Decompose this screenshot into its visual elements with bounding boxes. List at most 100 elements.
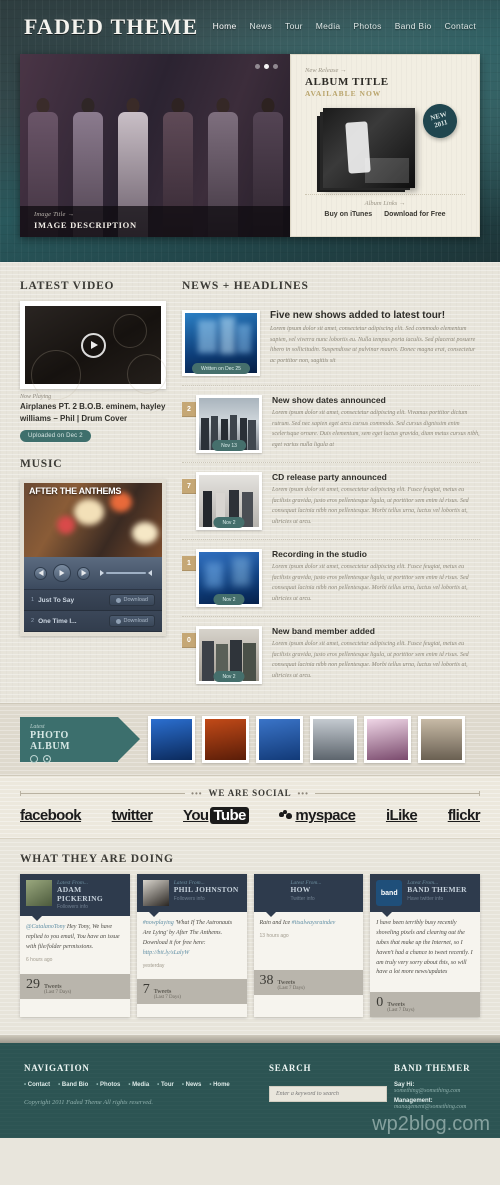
nav-item-media[interactable]: Media xyxy=(316,21,341,31)
slider-photo[interactable]: Image Title → IMAGE DESCRIPTION xyxy=(20,54,290,237)
news-thumbnail[interactable]: Written on Dec 25 xyxy=(182,310,260,376)
news-title[interactable]: New band member added xyxy=(272,626,480,636)
photo-thumb[interactable] xyxy=(256,716,303,763)
track-download-button[interactable]: Download xyxy=(108,594,155,607)
slider-dot-3[interactable] xyxy=(273,64,278,69)
news-title[interactable]: Five new shows added to latest tour! xyxy=(270,310,480,321)
twitter-mention[interactable]: #nowplaying xyxy=(143,920,174,926)
search-input[interactable] xyxy=(269,1086,387,1103)
nav-item-contact[interactable]: Contact xyxy=(445,21,476,31)
hero-slider[interactable]: Image Title → IMAGE DESCRIPTION New Rele… xyxy=(20,54,480,237)
photo-thumb[interactable] xyxy=(418,716,465,763)
footer-band-themer: BAND THEMER Say Hi: something@something.… xyxy=(394,1063,476,1114)
next-icon[interactable] xyxy=(77,566,90,580)
photo-thumb[interactable] xyxy=(364,716,411,763)
footer-link-band-bio[interactable]: Band Bio xyxy=(58,1082,88,1088)
news-thumbnail[interactable]: Nov 13 xyxy=(196,395,262,453)
news-title[interactable]: CD release party announced xyxy=(272,472,480,482)
twitter-card[interactable]: Latest From... PHIL JOHNSTON Followers i… xyxy=(136,874,247,1018)
news-title[interactable]: New show dates announced xyxy=(272,395,480,405)
footer-search-title: SEARCH xyxy=(269,1063,312,1074)
news-date-badge: Nov 2 xyxy=(213,517,245,528)
footer-link-home[interactable]: Home xyxy=(209,1082,230,1088)
footer-link-photos[interactable]: Photos xyxy=(96,1082,120,1088)
slider-dots[interactable] xyxy=(255,64,278,69)
download-free-link[interactable]: Download for Free xyxy=(384,211,445,218)
flickr-logo[interactable]: flickr xyxy=(448,807,481,824)
footer-link-tour[interactable]: Tour xyxy=(157,1082,174,1088)
music-title: MUSIC xyxy=(20,458,63,471)
photo-album-tag[interactable]: Latest PHOTO ALBUM xyxy=(20,717,140,763)
video-player[interactable] xyxy=(20,301,167,400)
track-row[interactable]: 1 Just To Say Download xyxy=(24,590,162,612)
twitter-followers: Twitter info xyxy=(290,895,315,902)
news-thumbnail[interactable]: Nov 2 xyxy=(196,549,262,607)
twitter-logo[interactable]: twitter xyxy=(112,807,153,824)
twitter-card-body: #nowplaying 'What If The Astronauts Are … xyxy=(137,912,247,979)
next-arrow-icon[interactable] xyxy=(43,755,51,763)
nav-item-home[interactable]: Home xyxy=(213,21,237,31)
news-item[interactable]: Written on Dec 25 Five new shows added t… xyxy=(182,301,480,385)
photo-album-title: PHOTO ALBUM xyxy=(30,730,71,752)
prev-icon[interactable] xyxy=(34,566,47,580)
say-hi-email[interactable]: something@something.com xyxy=(394,1088,476,1094)
footer-bt-title: BAND THEMER xyxy=(394,1063,471,1074)
nav-item-band-bio[interactable]: Band Bio xyxy=(395,21,432,31)
news-item[interactable]: 0 Nov 2 New band member added Lorem ipsu… xyxy=(182,616,480,693)
footer-link-news[interactable]: News xyxy=(182,1082,202,1088)
slider-dot-2[interactable] xyxy=(264,64,269,69)
twitter-mention[interactable]: @CatalanoTony xyxy=(26,924,65,930)
footer-link-contact[interactable]: Contact xyxy=(24,1082,50,1088)
news-title[interactable]: Recording in the studio xyxy=(272,549,480,559)
ilike-logo[interactable]: iLike xyxy=(386,807,418,824)
play-icon[interactable] xyxy=(80,332,106,358)
news-item[interactable]: 7 Nov 2 CD release party announced Lorem… xyxy=(182,462,480,539)
nav-item-tour[interactable]: Tour xyxy=(285,21,303,31)
volume-icon[interactable] xyxy=(100,570,152,577)
footer-divider xyxy=(0,1035,500,1044)
management-email[interactable]: management@something.com xyxy=(394,1104,476,1110)
latest-video-title: LATEST VIDEO xyxy=(20,280,115,292)
prev-arrow-icon[interactable] xyxy=(30,755,38,763)
twitter-link[interactable]: #itsalwaysraindev xyxy=(292,920,336,926)
news-thumbnail[interactable]: Nov 2 xyxy=(196,626,262,684)
nav-item-news[interactable]: News xyxy=(250,21,272,31)
social-dots-right: ••• xyxy=(297,788,309,798)
slider-dot-1[interactable] xyxy=(255,64,260,69)
twitter-card[interactable]: band Latest From... BAND THEMER Have twi… xyxy=(370,874,480,1018)
track-download-button[interactable]: Download xyxy=(108,615,155,628)
news-item[interactable]: 2 Nov 13 New show dates announced Lorem … xyxy=(182,385,480,462)
play-icon[interactable] xyxy=(53,564,71,583)
photo-thumb[interactable] xyxy=(148,716,195,763)
twitter-link[interactable]: http://bit.ly/sLalyW xyxy=(143,950,190,956)
news-thumbnail[interactable]: Nov 2 xyxy=(196,472,262,530)
twitter-card-header: band Latest From... BAND THEMER Have twi… xyxy=(370,874,480,917)
tweet-count-sub: (Last 7 Days) xyxy=(153,994,181,1000)
facebook-logo[interactable]: facebook xyxy=(20,807,82,824)
avatar: band xyxy=(376,880,403,906)
twitter-card[interactable]: Latest From... ADAM PICKERING Followers … xyxy=(20,874,130,1018)
footer-link-media[interactable]: Media xyxy=(128,1082,149,1088)
twitter-card-body: I have been terribly busy recently shove… xyxy=(370,912,480,992)
tweet-count: 38 xyxy=(259,973,274,988)
album-divider xyxy=(305,194,465,195)
photo-album-arrows[interactable] xyxy=(30,755,108,763)
nav-item-photos[interactable]: Photos xyxy=(353,21,381,31)
album-promo-panel: New Release → ALBUM TITLE AVAILABLE NOW … xyxy=(290,54,480,237)
news-comment-count: 1 xyxy=(182,556,196,571)
youtube-logo[interactable]: You Tube xyxy=(183,807,249,824)
buy-on-itunes-link[interactable]: Buy on iTunes xyxy=(324,211,372,218)
footer-navigation: NAVIGATION Contact Band Bio Photos Media… xyxy=(24,1063,269,1114)
twitter-card-footer: 0 Tweets (Last 7 Days) xyxy=(370,992,480,1018)
photo-thumb[interactable] xyxy=(310,716,357,763)
video-thumbnail[interactable] xyxy=(25,306,167,400)
player-controls[interactable] xyxy=(24,557,162,591)
photo-thumb[interactable] xyxy=(202,716,249,763)
track-row[interactable]: 2 One Time I... Download xyxy=(24,611,162,633)
twitter-cards: Latest From... ADAM PICKERING Followers … xyxy=(20,874,480,1018)
myspace-logo[interactable]: myspace xyxy=(279,807,356,824)
twitter-card[interactable]: Latest From... HOW Twitter info Rain and… xyxy=(253,874,364,1018)
video-uploaded-badge: Uploaded on Dec 2 xyxy=(20,430,91,443)
news-item[interactable]: 1 Nov 2 Recording in the studio Lorem ip… xyxy=(182,539,480,616)
music-player[interactable]: AFTER THE ANTHEMS 1 Just To Say Download… xyxy=(20,479,166,637)
